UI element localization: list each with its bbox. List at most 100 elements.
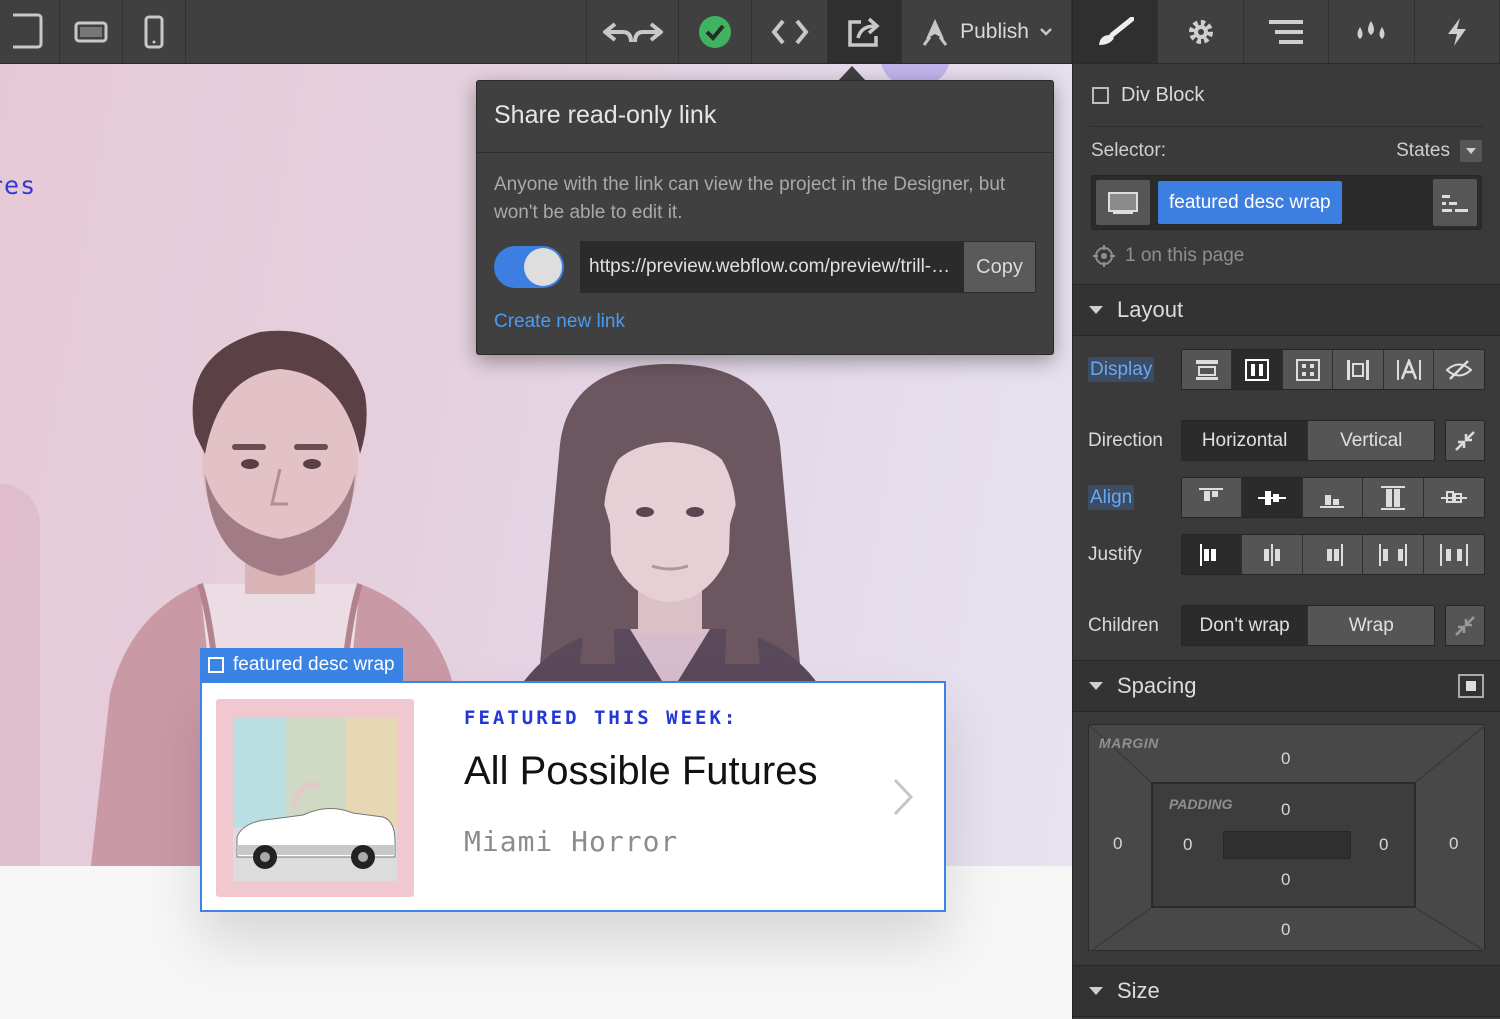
- collapse-triangle-icon: [1089, 682, 1103, 690]
- share-button[interactable]: [828, 0, 903, 63]
- tab-interactions[interactable]: [1415, 0, 1500, 63]
- padding-right-value[interactable]: 0: [1379, 835, 1388, 855]
- display-inline-button[interactable]: [1383, 350, 1435, 389]
- export-code-button[interactable]: [752, 0, 829, 63]
- tab-style-manager[interactable]: [1329, 0, 1415, 63]
- album-art: [233, 717, 397, 881]
- share-link-toggle[interactable]: [494, 246, 564, 288]
- desktop-icon: [1108, 191, 1138, 214]
- breakpoint-indicator[interactable]: [1096, 180, 1150, 225]
- share-link-row: https://preview.webflow.com/preview/tril…: [494, 241, 1036, 293]
- align-center-button[interactable]: [1242, 478, 1303, 517]
- featured-desc-wrap[interactable]: FEATURED THIS WEEK: All Possible Futures…: [200, 681, 946, 912]
- children-label: Children: [1088, 614, 1159, 636]
- align-end-icon: [1320, 494, 1345, 508]
- display-block-button[interactable]: [1181, 350, 1233, 389]
- tab-settings[interactable]: [1158, 0, 1244, 63]
- justify-space-around-icon: [1439, 543, 1468, 566]
- display-flex-icon: [1245, 358, 1270, 381]
- padding-label: PADDING: [1169, 796, 1233, 812]
- justify-start-icon: [1200, 543, 1217, 566]
- selector-menu-button[interactable]: [1433, 179, 1477, 226]
- justify-end-button[interactable]: [1302, 535, 1364, 574]
- justify-row: Justify: [1073, 526, 1500, 583]
- undo-redo-group[interactable]: [587, 0, 680, 63]
- artist-name: Miami Horror: [464, 825, 679, 858]
- align-start-button[interactable]: [1181, 478, 1243, 517]
- lightning-icon: [1447, 17, 1466, 46]
- states-dropdown[interactable]: States: [1396, 140, 1482, 162]
- layout-section-header[interactable]: Layout: [1073, 284, 1500, 336]
- publish-button[interactable]: Publish: [902, 0, 1072, 63]
- align-start-icon: [1199, 487, 1224, 501]
- desktop-view-button[interactable]: [0, 0, 60, 63]
- children-row: Children Don't wrap Wrap: [1073, 597, 1500, 654]
- chevron-down-icon: [1040, 27, 1052, 36]
- align-end-button[interactable]: [1302, 478, 1364, 517]
- padding-bottom-value[interactable]: 0: [1281, 870, 1290, 890]
- display-inline-block-button[interactable]: [1333, 350, 1384, 389]
- children-dont-wrap-button[interactable]: Don't wrap: [1181, 606, 1309, 645]
- display-flex-button[interactable]: [1232, 350, 1283, 389]
- chevron-right-icon[interactable]: [892, 777, 914, 817]
- margin-label: MARGIN: [1099, 735, 1159, 751]
- on-page-count-label: 1 on this page: [1125, 245, 1245, 266]
- share-icon: [847, 17, 880, 47]
- justify-space-around-button[interactable]: [1423, 535, 1484, 574]
- justify-space-between-icon: [1378, 543, 1407, 566]
- justify-space-between-button[interactable]: [1363, 535, 1424, 574]
- direction-vertical-button[interactable]: Vertical: [1308, 421, 1435, 460]
- toggle-knob: [524, 248, 562, 286]
- share-url-field[interactable]: https://preview.webflow.com/preview/tril…: [580, 241, 1036, 293]
- display-grid-icon: [1295, 358, 1320, 381]
- direction-options: Horizontal Vertical: [1180, 420, 1436, 461]
- tab-navigator[interactable]: [1244, 0, 1330, 63]
- hero-photo-edge: [0, 484, 40, 866]
- size-section-header[interactable]: Size: [1073, 965, 1500, 1017]
- reverse-wrap-button[interactable]: [1445, 605, 1485, 646]
- states-dropdown-button[interactable]: [1460, 140, 1482, 162]
- selection-tag[interactable]: featured desc wrap: [200, 648, 403, 682]
- display-inline-block-icon: [1347, 359, 1370, 380]
- display-none-button[interactable]: [1434, 350, 1484, 389]
- justify-label: Justify: [1088, 543, 1142, 565]
- undo-redo-icon: [602, 21, 663, 42]
- spacing-box-icon[interactable]: [1458, 674, 1484, 698]
- code-icon: [771, 19, 809, 44]
- copy-button[interactable]: Copy: [963, 242, 1035, 292]
- site-status-button[interactable]: [679, 0, 753, 63]
- justify-options: [1180, 534, 1485, 575]
- mobile-icon: [144, 15, 164, 48]
- display-grid-button[interactable]: [1282, 350, 1334, 389]
- album-title: All Possible Futures: [464, 749, 818, 793]
- tab-style[interactable]: [1073, 0, 1159, 63]
- reverse-direction-button[interactable]: [1445, 420, 1485, 461]
- share-url-text[interactable]: https://preview.webflow.com/preview/tril…: [581, 242, 963, 292]
- padding-left-value[interactable]: 0: [1183, 835, 1192, 855]
- mobile-view-button[interactable]: [123, 0, 186, 63]
- align-baseline-button[interactable]: [1423, 478, 1484, 517]
- direction-horizontal-button[interactable]: Horizontal: [1181, 421, 1309, 460]
- display-label: Display: [1088, 356, 1155, 382]
- create-new-link[interactable]: Create new link: [494, 311, 1036, 333]
- eye-slash-icon: [1446, 359, 1473, 380]
- margin-left-value[interactable]: 0: [1113, 834, 1122, 854]
- margin-top-value[interactable]: 0: [1281, 749, 1290, 769]
- popover-arrow: [838, 66, 866, 81]
- padding-top-value[interactable]: 0: [1281, 800, 1290, 820]
- children-wrap-button[interactable]: Wrap: [1308, 606, 1435, 645]
- selector-chip[interactable]: featured desc wrap: [1158, 181, 1342, 224]
- tablet-landscape-view-button[interactable]: [60, 0, 123, 63]
- align-stretch-button[interactable]: [1363, 478, 1424, 517]
- spacing-section-header[interactable]: Spacing: [1073, 660, 1500, 712]
- selector-field[interactable]: featured desc wrap: [1091, 175, 1482, 230]
- align-row: Align: [1073, 469, 1500, 526]
- justify-start-button[interactable]: [1181, 535, 1243, 574]
- margin-bottom-value[interactable]: 0: [1281, 920, 1290, 940]
- margin-right-value[interactable]: 0: [1449, 834, 1458, 854]
- toolbar-spacer: [186, 0, 588, 63]
- collapse-triangle-icon: [1089, 306, 1103, 314]
- justify-center-button[interactable]: [1242, 535, 1303, 574]
- display-block-icon: [1195, 359, 1218, 380]
- align-options: [1180, 477, 1485, 518]
